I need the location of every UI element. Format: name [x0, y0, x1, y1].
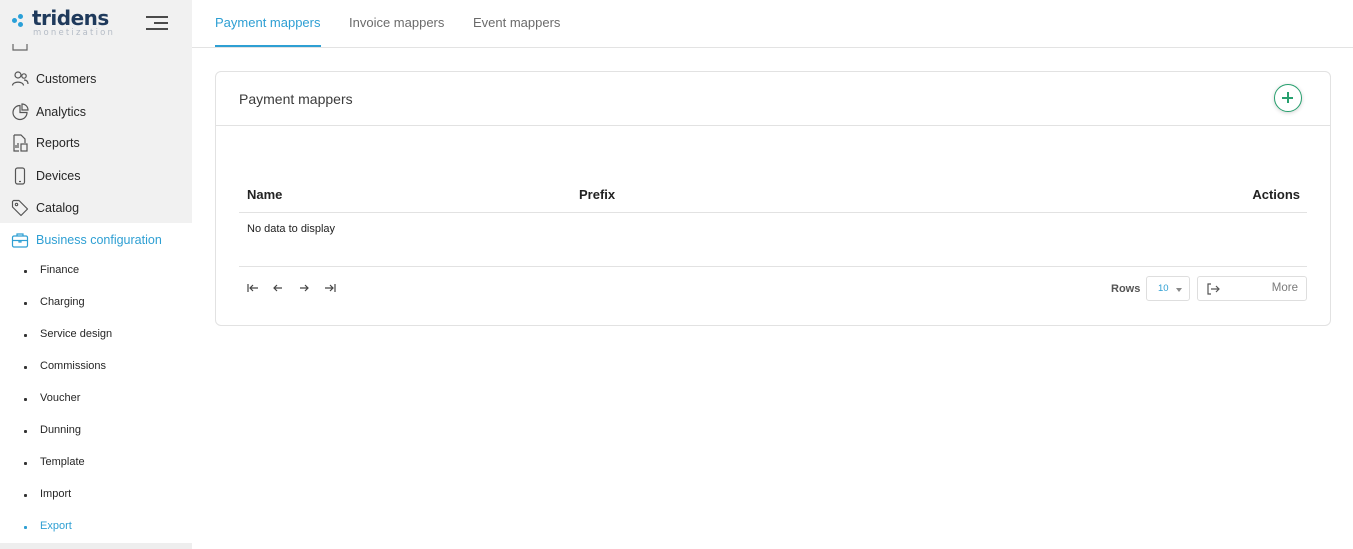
users-icon	[11, 71, 29, 86]
bullet-icon	[24, 398, 27, 401]
sidebar-subitem-label: Template	[40, 456, 85, 468]
rows-per-page-value: 10	[1158, 283, 1169, 294]
sidebar-item-label: Reports	[36, 136, 80, 150]
bullet-icon	[24, 270, 27, 273]
sidebar-subitem-label: Commissions	[40, 360, 107, 372]
sidebar-subitem-service-design[interactable]: Service design	[0, 323, 192, 347]
next-page-icon[interactable]	[297, 281, 311, 295]
tab-bar: Payment mappers Invoice mappers Event ma…	[192, 0, 1353, 48]
bullet-icon	[24, 334, 27, 337]
sidebar-subitem-finance[interactable]: Finance	[0, 259, 192, 283]
sidebar-subitem-label: Import	[40, 488, 72, 500]
sidebar-subitem-template[interactable]: Template	[0, 451, 192, 475]
add-mapper-button[interactable]	[1274, 84, 1302, 112]
sidebar-subitem-charging[interactable]: Charging	[0, 291, 192, 315]
sidebar-item-customers[interactable]: Customers	[0, 64, 192, 94]
brand-tagline: monetization	[33, 28, 116, 38]
sidebar-subitem-label: Voucher	[40, 392, 81, 404]
export-arrow-icon	[1207, 283, 1220, 295]
sidebar-item-label: Analytics	[36, 105, 87, 119]
tab-payment-mappers[interactable]: Payment mappers	[215, 15, 321, 30]
bullet-icon	[24, 430, 27, 433]
smartphone-icon	[14, 167, 26, 185]
first-page-icon[interactable]	[246, 281, 260, 295]
report-icon	[13, 134, 28, 152]
bullet-icon	[24, 366, 27, 369]
empty-table-message: No data to display	[247, 223, 336, 235]
briefcase-icon	[11, 233, 29, 248]
sidebar-item-business-configuration[interactable]: Business configuration	[0, 225, 192, 255]
sidebar-subitem-label: Charging	[40, 296, 85, 308]
brand-name: tridens	[32, 6, 109, 30]
sidebar-subitem-commissions[interactable]: Commissions	[0, 355, 192, 379]
column-header-prefix[interactable]: Prefix	[579, 187, 615, 202]
bullet-icon	[24, 526, 27, 529]
payment-mappers-card: Payment mappers Name Prefix Actions No d…	[215, 71, 1331, 326]
tab-event-mappers[interactable]: Event mappers	[473, 15, 560, 30]
column-header-actions: Actions	[1252, 187, 1300, 202]
bullet-icon	[24, 494, 27, 497]
table-header-divider	[239, 212, 1307, 213]
more-button-label: More	[1271, 282, 1298, 294]
sidebar-item-devices[interactable]: Devices	[0, 161, 192, 191]
table-footer-divider	[239, 266, 1307, 267]
sidebar-item-reports[interactable]: Reports	[0, 128, 192, 158]
sidebar-item-catalog[interactable]: Catalog	[0, 193, 192, 223]
sidebar-subitem-dunning[interactable]: Dunning	[0, 419, 192, 443]
sidebar-subitem-label: Export	[40, 520, 72, 532]
card-header: Payment mappers	[216, 72, 1330, 126]
sidebar-subitem-label: Service design	[40, 328, 113, 340]
previous-page-icon[interactable]	[271, 281, 285, 295]
tab-invoice-mappers[interactable]: Invoice mappers	[349, 15, 444, 30]
sidebar-subitem-import[interactable]: Import	[0, 483, 192, 507]
sidebar-item-label: Business configuration	[36, 233, 162, 247]
tag-icon	[11, 199, 29, 217]
sidebar-item-label: Catalog	[36, 201, 80, 215]
more-button[interactable]: More	[1197, 276, 1307, 301]
bullet-icon	[24, 302, 27, 305]
sidebar-item-analytics[interactable]: Analytics	[0, 97, 192, 127]
sidebar-subitem-label: Dunning	[40, 424, 81, 436]
sidebar-subitem-export[interactable]: Export	[0, 515, 192, 539]
sidebar-subitem-label: Finance	[40, 264, 80, 276]
pie-chart-icon	[12, 103, 29, 121]
sidebar-subitem-voucher[interactable]: Voucher	[0, 387, 192, 411]
sidebar-item-label: Customers	[36, 72, 97, 86]
sidebar: tridens monetization Customers Analytics	[0, 0, 192, 549]
sidebar-bottom-section	[0, 543, 192, 549]
column-header-name[interactable]: Name	[247, 187, 282, 202]
chevron-down-icon	[1176, 288, 1182, 292]
rows-per-page-label: Rows	[1111, 283, 1141, 295]
bullet-icon	[24, 462, 27, 465]
card-title: Payment mappers	[239, 91, 353, 107]
rows-per-page-select[interactable]: 10	[1146, 276, 1190, 301]
logo-mark-icon	[12, 14, 26, 28]
list-icon	[12, 44, 28, 51]
sidebar-item-label: Devices	[36, 169, 81, 183]
active-tab-indicator	[215, 45, 321, 47]
last-page-icon[interactable]	[323, 281, 337, 295]
menu-toggle-icon[interactable]	[146, 15, 168, 31]
